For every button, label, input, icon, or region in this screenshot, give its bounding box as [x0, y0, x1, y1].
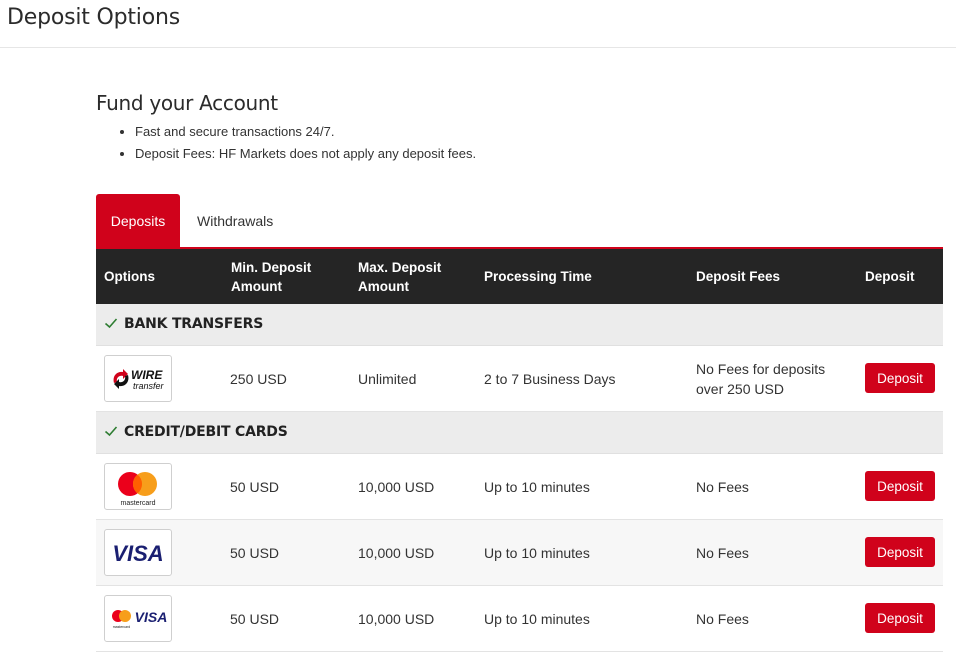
- visa-logo: VISA: [104, 529, 172, 576]
- tab-deposits[interactable]: Deposits: [96, 194, 180, 248]
- min-deposit: 50 USD: [230, 544, 280, 561]
- table-row: mastercard VISA 50 USD 10,000 USD Up to …: [96, 586, 943, 652]
- svg-text:WIRE: WIRE: [131, 368, 163, 382]
- processing-time: Up to 10 minutes: [484, 610, 590, 627]
- col-deposit: Deposit: [865, 269, 915, 284]
- deposit-fees: No Fees: [696, 610, 749, 627]
- min-deposit: 250 USD: [230, 370, 287, 387]
- check-icon: [104, 426, 118, 437]
- processing-time: Up to 10 minutes: [484, 544, 590, 561]
- max-deposit: Unlimited: [358, 370, 417, 387]
- min-deposit: 50 USD: [230, 610, 280, 627]
- mastercard-logo: mastercard: [104, 463, 172, 510]
- col-deposit-fees: Deposit Fees: [696, 269, 781, 284]
- table-row: mastercard 50 USD 10,000 USD Up to 10 mi…: [96, 454, 943, 520]
- processing-time: Up to 10 minutes: [484, 478, 590, 495]
- deposit-button[interactable]: Deposit: [865, 471, 935, 501]
- svg-text:transfer: transfer: [133, 381, 165, 391]
- fund-account-title: Fund your Account: [96, 91, 278, 115]
- group-row-credit-debit-cards: CREDIT/DEBIT CARDS: [96, 412, 943, 454]
- mastercard-visa-logo: mastercard VISA: [104, 595, 172, 642]
- max-deposit: 10,000 USD: [358, 610, 435, 627]
- deposit-fees: No Fees: [696, 478, 749, 495]
- max-deposit: 10,000 USD: [358, 478, 435, 495]
- deposit-button[interactable]: Deposit: [865, 537, 935, 567]
- table-row: WIRE transfer 250 USD Unlimited 2 to 7 B…: [96, 346, 943, 412]
- max-deposit: 10,000 USD: [358, 544, 435, 561]
- wire-transfer-logo: WIRE transfer: [104, 355, 172, 402]
- deposit-button[interactable]: Deposit: [865, 363, 935, 393]
- svg-text:mastercard: mastercard: [113, 625, 131, 629]
- min-deposit: 50 USD: [230, 478, 280, 495]
- deposit-fees: No Fees for deposits over 250 USD: [696, 360, 826, 397]
- table-header: Options Min. Deposit Amount Max. Deposit…: [96, 249, 943, 304]
- group-row-bank-transfers: BANK TRANSFERS: [96, 304, 943, 346]
- page-header: Deposit Options: [0, 0, 956, 48]
- check-icon: [104, 318, 118, 329]
- fund-info-item: Fast and secure transactions 24/7.: [135, 123, 476, 145]
- col-min-deposit: Min. Deposit Amount: [231, 259, 312, 294]
- svg-text:VISA: VISA: [135, 609, 168, 625]
- svg-text:VISA: VISA: [112, 541, 163, 566]
- group-label: CREDIT/DEBIT CARDS: [124, 424, 288, 440]
- table-row: VISA 50 USD 10,000 USD Up to 10 minutes …: [96, 520, 943, 586]
- page-title: Deposit Options: [7, 5, 180, 30]
- tab-withdrawals[interactable]: Withdrawals: [197, 194, 273, 248]
- deposit-fees: No Fees: [696, 544, 749, 561]
- fund-info-list: Fast and secure transactions 24/7. Depos…: [118, 123, 476, 167]
- deposit-button[interactable]: Deposit: [865, 603, 935, 633]
- fund-info-item: Deposit Fees: HF Markets does not apply …: [135, 145, 476, 167]
- processing-time: 2 to 7 Business Days: [484, 370, 616, 387]
- col-max-deposit: Max. Deposit Amount: [358, 259, 442, 294]
- deposit-options-table: Options Min. Deposit Amount Max. Deposit…: [96, 249, 943, 652]
- col-options: Options: [104, 269, 155, 284]
- group-label: BANK TRANSFERS: [124, 316, 264, 332]
- svg-text:mastercard: mastercard: [120, 500, 155, 507]
- col-processing-time: Processing Time: [484, 269, 592, 284]
